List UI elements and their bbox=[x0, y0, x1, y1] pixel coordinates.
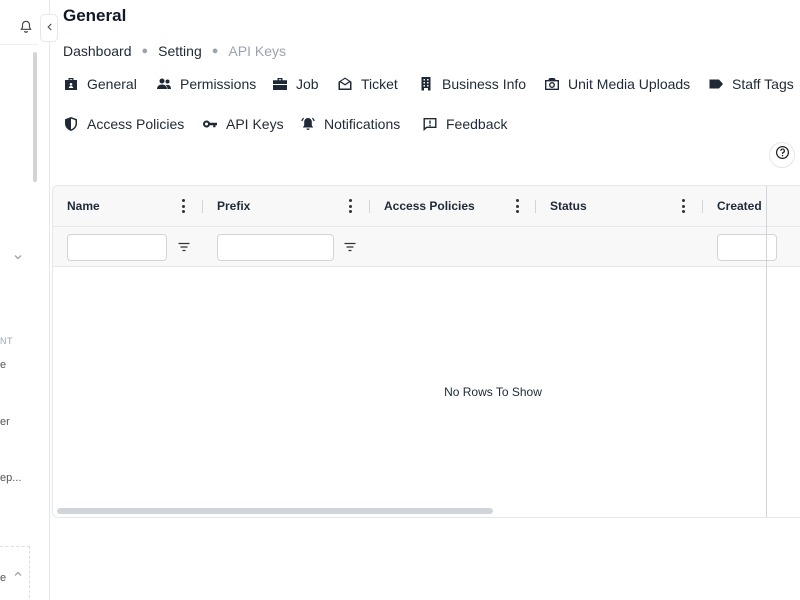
column-menu-icon[interactable] bbox=[180, 198, 186, 214]
envelope-open-icon bbox=[338, 77, 352, 90]
sidebar-item-label[interactable]: er bbox=[0, 416, 10, 428]
question-circle-icon bbox=[775, 145, 790, 165]
grid-filter-row bbox=[53, 227, 800, 267]
column-menu-icon[interactable] bbox=[347, 198, 353, 214]
tab-label: Business Info bbox=[442, 76, 527, 92]
tab-label: General bbox=[87, 76, 137, 92]
briefcase-badge-icon bbox=[65, 78, 77, 90]
api-keys-grid: Name Prefix Access Policies Status Creat… bbox=[52, 185, 800, 518]
name-filter-input[interactable] bbox=[67, 234, 167, 261]
horizontal-scrollbar[interactable] bbox=[57, 508, 493, 514]
pinned-column-divider bbox=[766, 186, 767, 517]
bell-icon[interactable] bbox=[19, 20, 33, 34]
sidebar-item-label[interactable]: ep... bbox=[0, 472, 21, 484]
tab-label: Staff Tags bbox=[732, 76, 794, 92]
tab-unit-media-uploads[interactable]: Unit Media Uploads bbox=[544, 76, 690, 92]
tab-label: Ticket bbox=[361, 76, 398, 92]
message-alert-icon bbox=[423, 118, 437, 131]
created-filter-input[interactable] bbox=[717, 234, 777, 261]
tab-label: Notifications bbox=[324, 116, 401, 132]
breadcrumb-setting[interactable]: Setting bbox=[158, 43, 202, 59]
chevron-left-icon bbox=[46, 19, 53, 37]
sidebar-divider bbox=[0, 44, 38, 45]
tab-label: Feedback bbox=[446, 116, 508, 132]
tab-business-info[interactable]: Business Info bbox=[418, 76, 526, 92]
tab-label: Unit Media Uploads bbox=[568, 76, 691, 92]
building-icon bbox=[421, 77, 431, 91]
column-resize-handle[interactable] bbox=[535, 200, 536, 213]
tag-icon bbox=[709, 79, 723, 89]
sidebar-scrollbar[interactable] bbox=[33, 52, 37, 182]
tab-permissions[interactable]: Permissions bbox=[156, 76, 256, 92]
tab-general[interactable]: General bbox=[63, 76, 137, 92]
column-resize-handle[interactable] bbox=[369, 200, 370, 213]
help-button[interactable] bbox=[769, 142, 795, 168]
column-menu-icon[interactable] bbox=[680, 198, 686, 214]
tab-ticket[interactable]: Ticket bbox=[337, 76, 398, 92]
sidebar-footer-label: e bbox=[0, 572, 7, 584]
chevron-up-icon[interactable] bbox=[13, 566, 23, 576]
bell-ring-icon bbox=[301, 117, 315, 130]
empty-grid-message: No Rows To Show bbox=[444, 385, 542, 399]
breadcrumb-separator: ● bbox=[211, 45, 219, 57]
tab-label: Job bbox=[296, 76, 319, 92]
tab-label: Access Policies bbox=[87, 116, 185, 132]
sidebar-collapse-button[interactable] bbox=[40, 14, 58, 42]
prefix-filter-input[interactable] bbox=[217, 234, 334, 261]
breadcrumb-api-keys: API Keys bbox=[228, 43, 286, 59]
tab-label: Permissions bbox=[180, 76, 257, 92]
tab-notifications[interactable]: Notifications bbox=[300, 116, 400, 132]
tab-staff-tags[interactable]: Staff Tags bbox=[708, 76, 794, 92]
tab-access-policies[interactable]: Access Policies bbox=[63, 116, 184, 132]
briefcase-icon bbox=[273, 78, 287, 90]
column-resize-handle[interactable] bbox=[702, 200, 703, 213]
breadcrumb-separator: ● bbox=[141, 45, 149, 57]
camera-icon bbox=[545, 78, 559, 90]
column-header-created[interactable]: Created bbox=[717, 199, 762, 213]
tab-job[interactable]: Job bbox=[272, 76, 319, 92]
column-header-name[interactable]: Name bbox=[67, 199, 100, 213]
column-resize-handle[interactable] bbox=[202, 200, 203, 213]
tab-api-keys[interactable]: API Keys bbox=[202, 116, 284, 132]
breadcrumb-dashboard[interactable]: Dashboard bbox=[63, 43, 132, 59]
column-header-prefix[interactable]: Prefix bbox=[217, 199, 250, 213]
sidebar-item-label[interactable]: e bbox=[0, 359, 6, 371]
tab-label: API Keys bbox=[226, 116, 284, 132]
column-header-status[interactable]: Status bbox=[550, 199, 587, 213]
key-icon bbox=[203, 120, 217, 128]
grid-header: Name Prefix Access Policies Status Creat… bbox=[53, 186, 800, 227]
column-header-access-policies[interactable]: Access Policies bbox=[384, 199, 475, 213]
column-menu-icon[interactable] bbox=[514, 198, 520, 214]
breadcrumb: Dashboard ● Setting ● API Keys bbox=[63, 43, 286, 59]
sidebar: NT e er ep... e bbox=[0, 0, 50, 600]
shield-icon bbox=[65, 117, 77, 131]
tab-feedback[interactable]: Feedback bbox=[422, 116, 507, 132]
chevron-down-icon[interactable] bbox=[13, 249, 23, 260]
page-title: General bbox=[63, 6, 127, 25]
sidebar-section-label: NT bbox=[0, 336, 13, 346]
users-icon bbox=[157, 78, 171, 89]
filter-icon[interactable] bbox=[343, 240, 357, 254]
filter-icon[interactable] bbox=[177, 240, 191, 254]
